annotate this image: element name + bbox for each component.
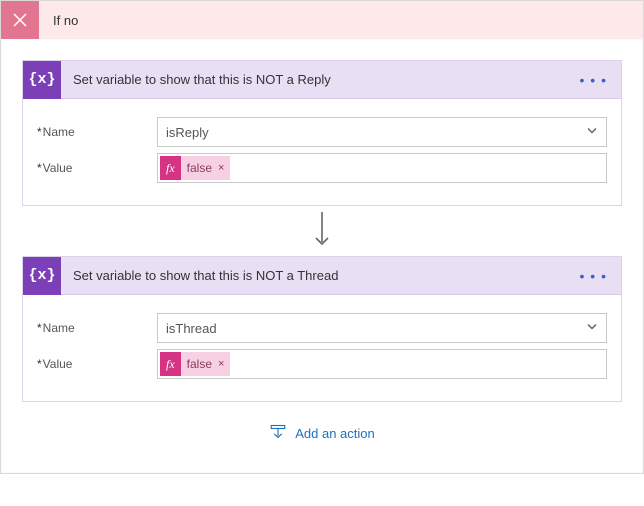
branch-header[interactable]: If no (1, 1, 643, 39)
remove-token-icon[interactable]: × (218, 162, 224, 174)
ellipsis-icon[interactable]: • • • (566, 72, 621, 88)
action-card-body: *Name isThread *Value fx fal (23, 295, 621, 401)
name-label: *Name (37, 125, 157, 139)
name-value: isThread (166, 321, 217, 336)
value-input[interactable]: fx false × (157, 349, 607, 379)
fx-icon: fx (160, 352, 181, 376)
action-card: {x} Set variable to show that this is NO… (22, 256, 622, 402)
expression-label: false × (181, 352, 231, 376)
remove-token-icon[interactable]: × (218, 358, 224, 370)
if-no-container: If no {x} Set variable to show that this… (0, 0, 644, 474)
action-card-header[interactable]: {x} Set variable to show that this is NO… (23, 257, 621, 295)
add-action-button[interactable]: Add an action (22, 402, 622, 462)
value-field-row: *Value fx false × (37, 153, 607, 183)
add-action-label: Add an action (295, 426, 375, 441)
value-field-row: *Value fx false × (37, 349, 607, 379)
name-label: *Name (37, 321, 157, 335)
ellipsis-icon[interactable]: • • • (566, 268, 621, 284)
value-label: *Value (37, 161, 157, 175)
chevron-down-icon (586, 125, 598, 140)
expression-token[interactable]: fx false × (160, 156, 230, 180)
name-input[interactable]: isThread (157, 313, 607, 343)
action-card: {x} Set variable to show that this is NO… (22, 60, 622, 206)
flow-arrow-icon (22, 206, 622, 256)
expression-label: false × (181, 156, 231, 180)
action-card-title: Set variable to show that this is NOT a … (61, 72, 566, 87)
value-label: *Value (37, 357, 157, 371)
action-card-title: Set variable to show that this is NOT a … (61, 268, 566, 283)
name-input[interactable]: isReply (157, 117, 607, 147)
fx-icon: fx (160, 156, 181, 180)
variable-icon: {x} (23, 61, 61, 99)
name-field-row: *Name isReply (37, 117, 607, 147)
value-input[interactable]: fx false × (157, 153, 607, 183)
chevron-down-icon (586, 321, 598, 336)
add-action-icon (269, 424, 287, 442)
close-icon[interactable] (1, 1, 39, 39)
action-card-header[interactable]: {x} Set variable to show that this is NO… (23, 61, 621, 99)
actions-area: {x} Set variable to show that this is NO… (2, 40, 642, 472)
variable-icon: {x} (23, 257, 61, 295)
expression-token[interactable]: fx false × (160, 352, 230, 376)
name-field-row: *Name isThread (37, 313, 607, 343)
name-value: isReply (166, 125, 209, 140)
action-card-body: *Name isReply *Value fx fals (23, 99, 621, 205)
branch-title: If no (39, 13, 78, 28)
